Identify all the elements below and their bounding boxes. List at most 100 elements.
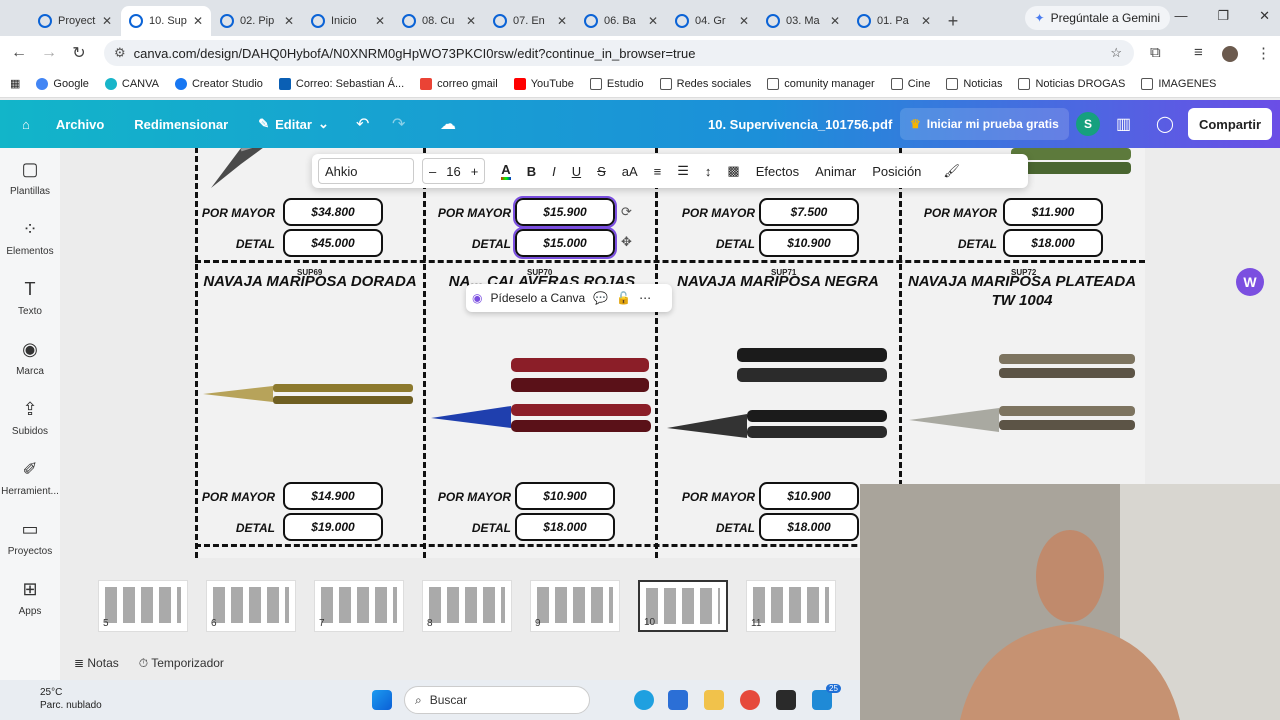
gemini-button[interactable]: ✦ Pregúntale a Gemini: [1024, 6, 1170, 30]
sidebar-item-elementos[interactable]: ⁘ Elementos: [0, 208, 60, 268]
taskbar-search[interactable]: ⌕ Buscar: [404, 686, 590, 714]
bookmark-item[interactable]: Creator Studio: [174, 77, 263, 90]
share-button[interactable]: Compartir: [1188, 108, 1272, 140]
text-case-icon[interactable]: aA: [622, 164, 638, 179]
assistant-bubble-icon[interactable]: W: [1236, 268, 1264, 296]
butterfly-knife-silver-image[interactable]: [909, 348, 1139, 438]
bookmark-item[interactable]: Google: [36, 77, 89, 90]
menu-kebab-icon[interactable]: ⋮: [1256, 44, 1271, 62]
minimize-icon[interactable]: —: [1174, 8, 1187, 24]
transparency-icon[interactable]: ▩: [727, 163, 739, 179]
redimensionar-menu[interactable]: Redimensionar: [134, 117, 228, 132]
knife-image[interactable]: [201, 148, 291, 198]
start-trial-button[interactable]: ♛ Iniciar mi prueba gratis: [900, 108, 1069, 140]
comments-icon[interactable]: ◯: [1156, 114, 1174, 134]
close-window-icon[interactable]: ✕: [1259, 8, 1270, 24]
rotate-handle-icon[interactable]: ⟳: [621, 204, 632, 220]
wholesale-price[interactable]: $14.900: [283, 482, 383, 510]
retail-price[interactable]: $19.000: [283, 513, 383, 541]
bookmark-item[interactable]: Correo: Sebastian Á...: [278, 77, 404, 90]
wholesale-price[interactable]: $7.500: [759, 198, 859, 226]
font-size-value[interactable]: 16: [446, 164, 460, 179]
sidebar-item-herramientas[interactable]: ✐ Herramient...: [0, 448, 60, 508]
tab-0[interactable]: Proyect ✕: [30, 6, 120, 36]
bookmark-folder[interactable]: IMAGENES: [1141, 77, 1216, 90]
tab-3[interactable]: Inicio ✕: [303, 6, 393, 36]
close-icon[interactable]: ✕: [375, 14, 385, 28]
butterfly-knife-red-image[interactable]: [431, 348, 653, 438]
site-info-icon[interactable]: ⚙: [114, 45, 126, 61]
bookmark-item[interactable]: correo gmail: [420, 77, 498, 90]
spacing-icon[interactable]: ↕: [705, 164, 712, 179]
page-thumbnail[interactable]: 11: [746, 580, 836, 632]
file-explorer-icon[interactable]: [704, 690, 724, 710]
font-selector[interactable]: Ahkio: [318, 158, 414, 184]
page-thumbnail[interactable]: 5: [98, 580, 188, 632]
bookmark-item[interactable]: CANVA: [104, 77, 159, 90]
extensions-icon[interactable]: ⧉: [1150, 44, 1161, 61]
sidebar-item-plantillas[interactable]: ▢ Plantillas: [0, 148, 60, 208]
close-icon[interactable]: ✕: [739, 14, 749, 28]
tab-search-icon[interactable]: ≡: [1194, 44, 1203, 61]
tab-2[interactable]: 02. Pip ✕: [212, 6, 302, 36]
paint-format-icon[interactable]: 🖌: [943, 163, 960, 179]
bookmark-star-icon[interactable]: ☆: [1110, 45, 1122, 61]
close-icon[interactable]: ✕: [557, 14, 567, 28]
retail-price[interactable]: $18.000: [1003, 229, 1103, 257]
retail-price[interactable]: $18.000: [515, 513, 615, 541]
page-thumbnail[interactable]: 6: [206, 580, 296, 632]
bookmark-folder[interactable]: Redes sociales: [659, 77, 751, 90]
wholesale-price[interactable]: $15.900: [513, 196, 617, 228]
timer-button[interactable]: ⏱ Temporizador: [139, 656, 224, 671]
bold-icon[interactable]: B: [527, 164, 536, 179]
tab-7[interactable]: 04. Gr ✕: [667, 6, 757, 36]
bookmark-folder[interactable]: Cine: [890, 77, 930, 90]
close-icon[interactable]: ✕: [102, 14, 112, 28]
editar-menu[interactable]: ✎ Editar ⌄: [258, 116, 329, 132]
retail-price[interactable]: $10.900: [759, 229, 859, 257]
butterfly-knife-black-image[interactable]: [667, 338, 893, 448]
page-thumbnail[interactable]: 7: [314, 580, 404, 632]
lock-icon[interactable]: 🔓: [616, 291, 631, 305]
url-field[interactable]: ⚙ canva.com/design/DAHQ0HybofA/N0XNRM0gH…: [104, 40, 1134, 66]
sidebar-item-subidos[interactable]: ⇪ Subidos: [0, 388, 60, 448]
sidebar-item-proyectos[interactable]: ▭ Proyectos: [0, 508, 60, 568]
text-color-icon[interactable]: A: [501, 162, 511, 180]
wholesale-price[interactable]: $11.900: [1003, 198, 1103, 226]
back-icon[interactable]: ←: [4, 44, 34, 62]
close-icon[interactable]: ✕: [466, 14, 476, 28]
profile-avatar[interactable]: [1222, 46, 1238, 62]
apps-grid-icon[interactable]: ▦: [10, 77, 20, 90]
retail-price[interactable]: $45.000: [283, 229, 383, 257]
app-icon[interactable]: [812, 690, 832, 710]
close-icon[interactable]: ✕: [284, 14, 294, 28]
more-options-icon[interactable]: ⋯: [639, 291, 651, 305]
page-thumbnail[interactable]: 8: [422, 580, 512, 632]
restore-icon[interactable]: ❐: [1217, 8, 1229, 24]
tab-8[interactable]: 03. Ma ✕: [758, 6, 848, 36]
wholesale-price[interactable]: $34.800: [283, 198, 383, 226]
bookmark-folder[interactable]: comunity manager: [767, 77, 875, 90]
close-icon[interactable]: ✕: [921, 14, 931, 28]
ask-canva-button[interactable]: Pídeselo a Canva: [490, 291, 585, 305]
store-icon[interactable]: [668, 690, 688, 710]
product-title[interactable]: NAVAJA MARIPOSA PLATEADA TW 1004: [907, 272, 1137, 310]
animate-button[interactable]: Animar: [815, 164, 856, 179]
effects-button[interactable]: Efectos: [756, 164, 799, 179]
move-handle-icon[interactable]: ✥: [621, 234, 632, 250]
retail-price[interactable]: $15.000: [513, 227, 617, 259]
sidebar-item-texto[interactable]: T Texto: [0, 268, 60, 328]
sidebar-item-marca[interactable]: ◉ Marca: [0, 328, 60, 388]
weather-widget[interactable]: 25°C Parc. nublado: [14, 686, 102, 712]
wholesale-price[interactable]: $10.900: [759, 482, 859, 510]
sidebar-item-apps[interactable]: ⊞ Apps: [0, 568, 60, 628]
close-icon[interactable]: ✕: [830, 14, 840, 28]
notes-button[interactable]: ≣ Notas: [74, 656, 119, 670]
tab-6[interactable]: 06. Ba ✕: [576, 6, 666, 36]
reload-icon[interactable]: ↻: [64, 43, 94, 63]
bookmark-folder[interactable]: Estudio: [589, 77, 644, 90]
windows-start-icon[interactable]: [372, 690, 392, 710]
add-comment-icon[interactable]: 💬: [593, 291, 608, 305]
wholesale-price[interactable]: $10.900: [515, 482, 615, 510]
home-icon[interactable]: ⌂: [22, 117, 30, 132]
